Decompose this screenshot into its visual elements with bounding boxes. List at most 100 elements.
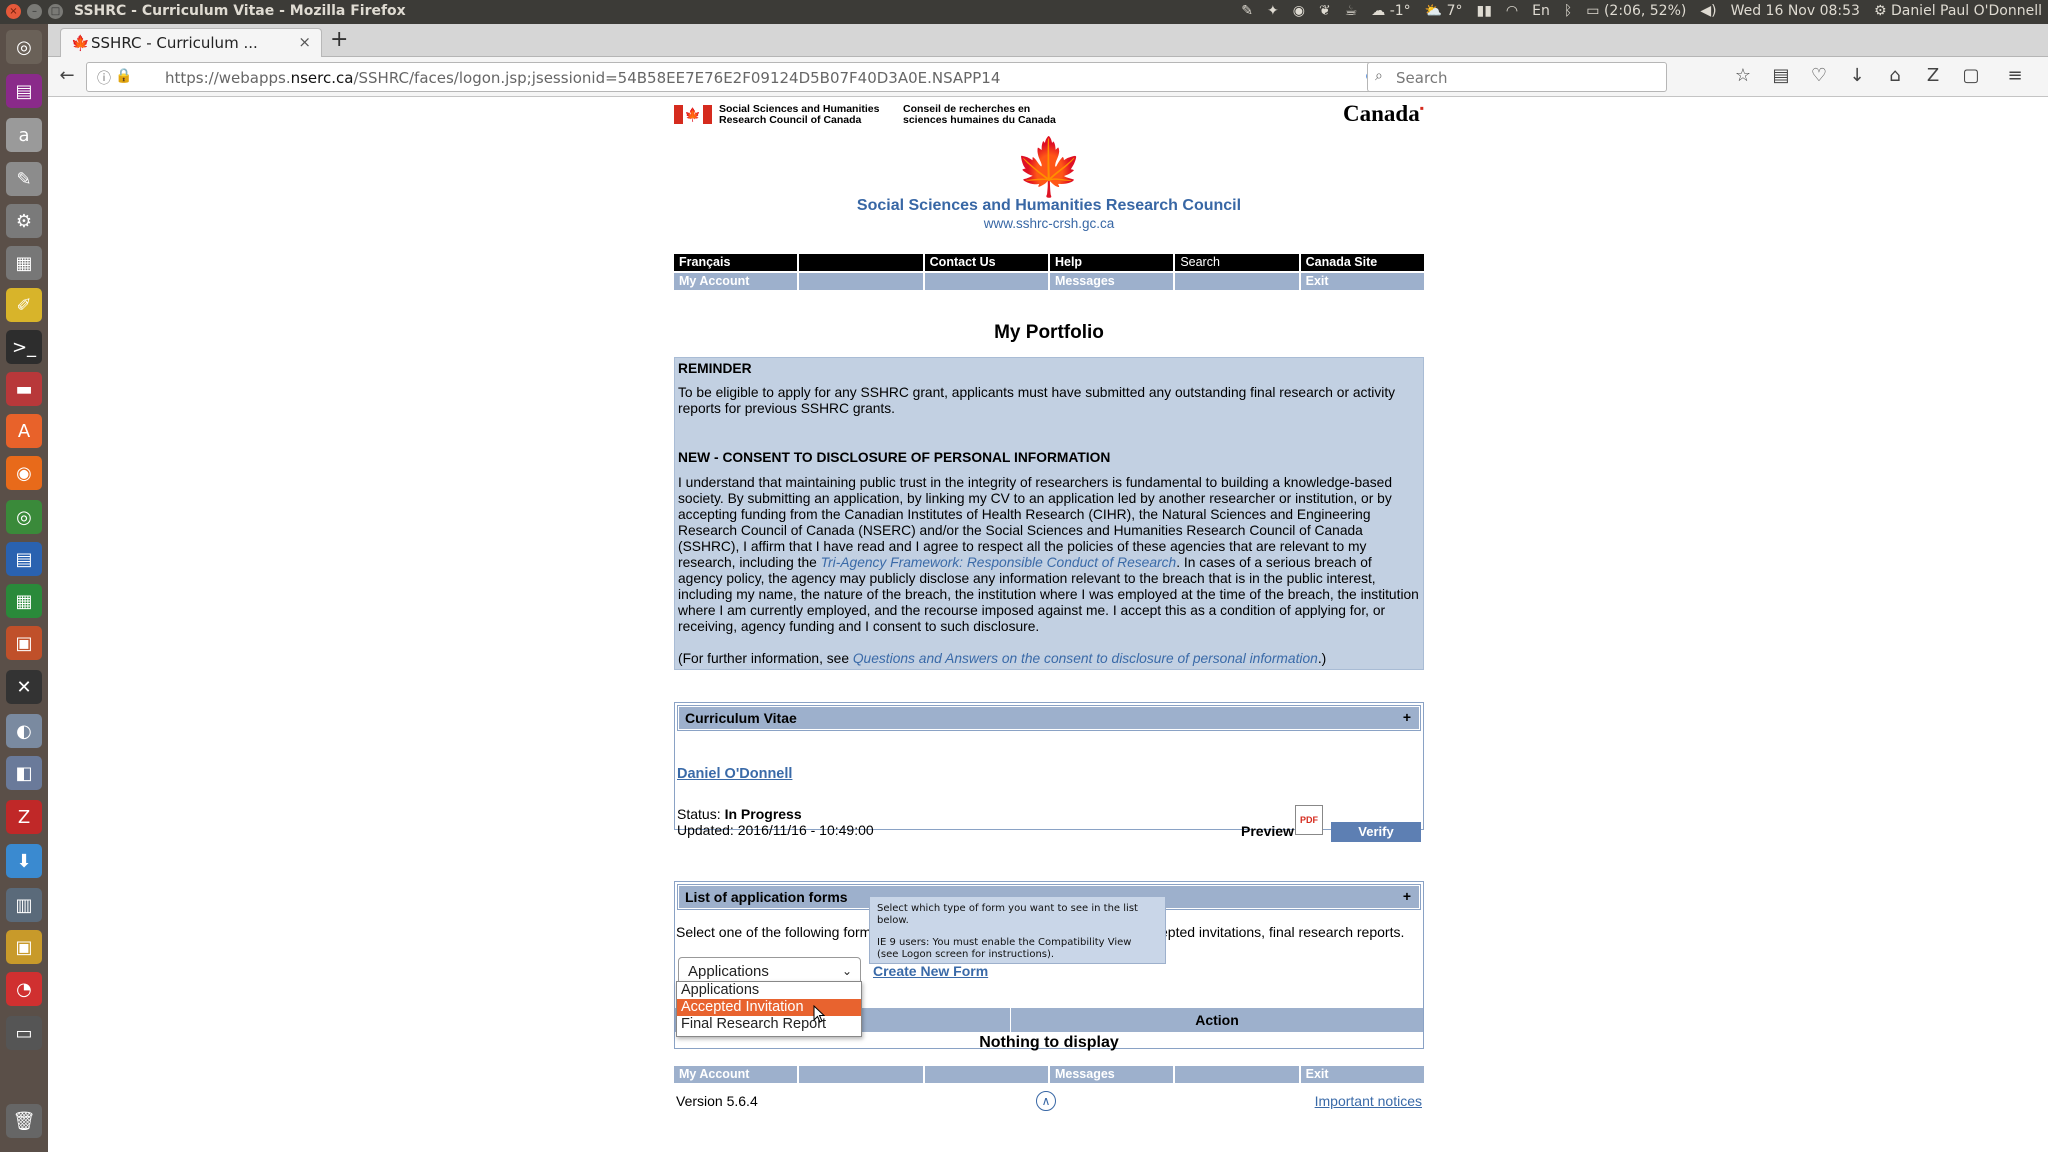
app-icon-3[interactable]: ▥ xyxy=(6,888,42,922)
maximize-window-icon[interactable]: □ xyxy=(48,4,63,19)
wifi-icon[interactable]: ◠ xyxy=(1506,3,1518,19)
menu-my-account[interactable]: My Account xyxy=(674,273,798,290)
cv-panel-header[interactable]: Curriculum Vitae + xyxy=(677,705,1421,731)
software-center-icon[interactable]: A xyxy=(6,414,42,448)
important-notices-link[interactable]: Important notices xyxy=(1315,1093,1422,1109)
menu-messages[interactable]: Messages xyxy=(1049,273,1174,290)
option-applications[interactable]: Applications xyxy=(677,982,861,999)
close-tab-icon[interactable]: × xyxy=(298,33,311,51)
search-input[interactable]: ⌕ Search xyxy=(1367,62,1667,92)
system-settings-icon[interactable]: ⚙ xyxy=(6,204,42,238)
expand-icon[interactable]: + xyxy=(1403,888,1411,904)
x-app-icon[interactable]: ✕ xyxy=(6,670,42,704)
app-icon-4[interactable]: ▣ xyxy=(6,930,42,964)
extension-icon[interactable]: ▢ xyxy=(1958,65,1984,86)
pocket-icon[interactable]: ♡ xyxy=(1806,65,1832,86)
org-url[interactable]: www.sshrc-crsh.gc.ca xyxy=(674,216,1424,231)
zotero-toolbar-icon[interactable]: Z xyxy=(1920,65,1946,86)
menu-empty-4 xyxy=(1175,273,1299,290)
weather-icon[interactable]: ☁ -1° xyxy=(1371,3,1410,19)
menu-exit[interactable]: Exit xyxy=(1300,273,1424,290)
calc-icon[interactable]: ▦ xyxy=(6,584,42,618)
dept-name-en: Social Sciences and Humanities Research … xyxy=(719,104,879,126)
close-window-icon[interactable]: × xyxy=(6,4,21,19)
dept-name-fr: Conseil de recherches en sciences humain… xyxy=(903,104,1056,126)
trash-icon[interactable]: 🗑 xyxy=(6,1104,42,1138)
battery-indicator[interactable]: ▭ (2:06, 52%) xyxy=(1586,3,1686,19)
chrome-icon[interactable]: ◎ xyxy=(6,500,42,534)
notes-app-icon[interactable]: ✐ xyxy=(6,288,42,322)
home-icon[interactable]: ⌂ xyxy=(1882,65,1908,86)
tri-agency-framework-link[interactable]: Tri-Agency Framework: Responsible Conduc… xyxy=(821,555,1177,570)
url-host: nserc.ca xyxy=(290,69,354,87)
menu-hamburger-icon[interactable]: ≡ xyxy=(2002,65,2028,86)
consent-qa-link[interactable]: Questions and Answers on the consent to … xyxy=(853,651,1318,666)
download-app-icon[interactable]: ⬇ xyxy=(6,844,42,878)
create-new-form-link[interactable]: Create New Form xyxy=(873,963,988,979)
url-bar[interactable]: ⓘ 🔒 https://webapps.nserc.ca/SSHRC/faces… xyxy=(86,62,1390,92)
status-value: In Progress xyxy=(724,806,802,822)
bottom-menu-messages[interactable]: Messages xyxy=(1049,1066,1174,1083)
bluetooth-icon[interactable]: ᛒ xyxy=(1564,3,1572,19)
coffee-indicator-icon[interactable]: ☕ xyxy=(1345,3,1358,19)
wordmark-flag-icon: ▪ xyxy=(1419,101,1424,115)
bookmark-star-icon[interactable]: ☆ xyxy=(1730,65,1756,86)
back-to-top-icon[interactable]: ∧ xyxy=(1036,1091,1056,1111)
archive-icon[interactable]: ▬ xyxy=(6,372,42,406)
bottom-menu-my-account[interactable]: My Account xyxy=(674,1066,798,1083)
further-info: (For further information, see Questions … xyxy=(678,651,1420,667)
firefox-icon[interactable]: ◉ xyxy=(6,456,42,490)
menu-canada-site[interactable]: Canada Site xyxy=(1300,254,1424,271)
writer-icon[interactable]: ▤ xyxy=(6,542,42,576)
weather-icon-2[interactable]: ⛅ 7° xyxy=(1425,3,1463,19)
text-editor-icon[interactable]: ✎ xyxy=(6,162,42,196)
bottom-menu-exit[interactable]: Exit xyxy=(1300,1066,1424,1083)
reminder-box: REMINDER To be eligible to apply for any… xyxy=(674,357,1424,670)
dash-icon[interactable]: ◎ xyxy=(6,30,42,64)
chrome-indicator-icon[interactable]: ◉ xyxy=(1293,3,1305,19)
session-menu[interactable]: ⚙ Daniel Paul O'Donnell xyxy=(1874,3,2042,19)
new-tab-icon[interactable]: + xyxy=(330,27,348,52)
keyboard-layout[interactable]: En xyxy=(1532,3,1550,19)
amazon-icon[interactable]: a xyxy=(6,118,42,152)
page-title: My Portfolio xyxy=(994,322,1104,343)
reading-list-icon[interactable]: ▤ xyxy=(1768,65,1794,86)
navigation-bar: ← ⓘ 🔒 https://webapps.nserc.ca/SSHRC/fac… xyxy=(48,57,2048,97)
app-icon-2[interactable]: ◧ xyxy=(6,756,42,790)
tab-sshrc[interactable]: 🍁 SSHRC - Curriculum ... × xyxy=(60,28,322,57)
clock[interactable]: Wed 16 Nov 08:53 xyxy=(1731,3,1860,19)
terminal-icon[interactable]: >_ xyxy=(6,330,42,364)
info-icon[interactable]: ⓘ xyxy=(97,68,111,88)
menu-francais[interactable]: Français xyxy=(674,254,798,271)
notes-indicator-icon[interactable]: ✎ xyxy=(1241,3,1253,19)
option-final-research-report[interactable]: Final Research Report xyxy=(677,1016,861,1033)
menu-help[interactable]: Help xyxy=(1049,254,1174,271)
back-icon[interactable]: ← xyxy=(54,65,80,86)
workspace-switcher-icon[interactable]: ▤ xyxy=(6,74,42,108)
lock-icon[interactable]: 🔒 xyxy=(115,68,132,84)
volume-icon[interactable]: ◀) xyxy=(1700,3,1716,19)
app-icon-6[interactable]: ▭ xyxy=(6,1016,42,1050)
verify-button[interactable]: Verify xyxy=(1331,822,1421,842)
minimize-window-icon[interactable]: – xyxy=(27,4,42,19)
preview-label: Preview xyxy=(1241,823,1294,839)
cv-name-link[interactable]: Daniel O'Donnell xyxy=(677,766,792,782)
zotero-icon[interactable]: Z xyxy=(6,800,42,834)
pdf-icon[interactable]: PDF xyxy=(1295,805,1323,835)
tooltip-line2: IE 9 users: You must enable the Compatib… xyxy=(877,937,1132,948)
impress-icon[interactable]: ▣ xyxy=(6,626,42,660)
menu-contact-us[interactable]: Contact Us xyxy=(924,254,1048,271)
form-type-dropdown: Applications Accepted Invitation Final R… xyxy=(676,981,862,1037)
calculator-icon[interactable]: ▦ xyxy=(6,246,42,280)
downloads-icon[interactable]: ↓ xyxy=(1844,65,1870,86)
app-icon-5[interactable]: ◔ xyxy=(6,972,42,1006)
system-monitor-icon[interactable]: ▮▮ xyxy=(1477,3,1492,19)
option-accepted-invitation[interactable]: Accepted Invitation xyxy=(677,999,861,1016)
evernote-indicator-icon[interactable]: ❦ xyxy=(1319,3,1331,19)
expand-icon[interactable]: + xyxy=(1403,709,1411,725)
menu-search[interactable]: Search xyxy=(1175,254,1299,271)
menu-empty-2 xyxy=(799,273,923,290)
app-icon-1[interactable]: ◐ xyxy=(6,714,42,748)
dropbox-indicator-icon[interactable]: ✦ xyxy=(1267,3,1279,19)
bottom-menu: My Account Messages Exit xyxy=(674,1066,1424,1083)
